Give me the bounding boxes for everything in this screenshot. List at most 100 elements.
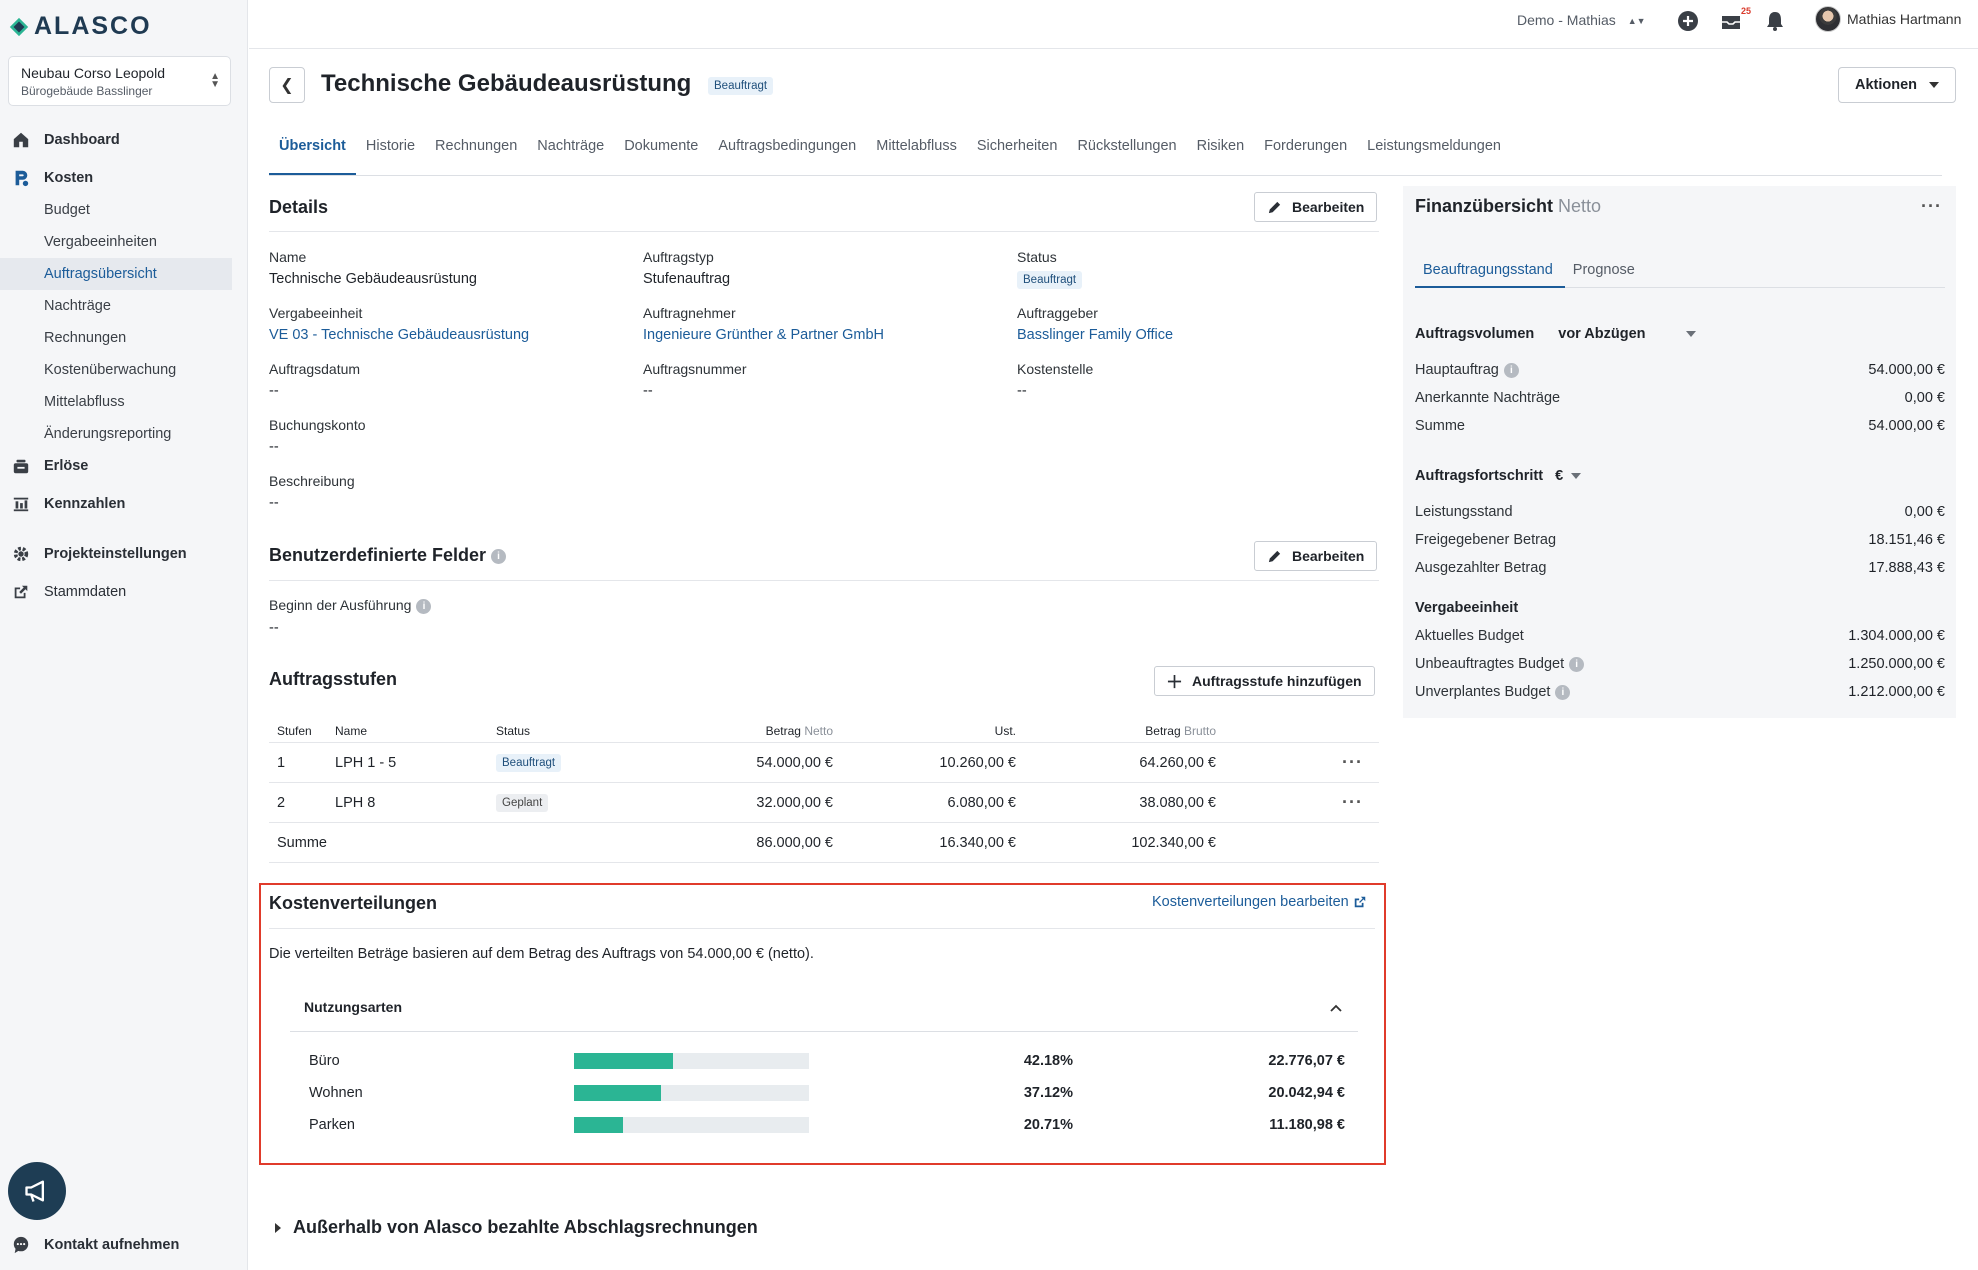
workspace-selector[interactable]: Demo - Mathias ▲▼ — [1517, 12, 1646, 28]
tab-historie[interactable]: Historie — [356, 128, 425, 175]
sidebar-item-mittelabfluss[interactable]: Mittelabfluss — [0, 386, 232, 418]
cell-ust: 10.260,00 € — [841, 742, 1024, 783]
vergabeeinheit-link[interactable]: VE 03 - Technische Gebäudeausrüstung — [269, 327, 529, 343]
project-name: Neubau Corso Leopold — [21, 65, 165, 81]
cell-stufe: 1 — [269, 742, 327, 783]
sidebar-nav: Dashboard Kosten Budget Vergabeeinheiten… — [0, 124, 232, 608]
ve-heading: Vergabeeinheit — [1415, 600, 1945, 616]
tab-uebersicht[interactable]: Übersicht — [269, 128, 356, 175]
sidebar-item-rechnungen[interactable]: Rechnungen — [0, 322, 232, 354]
tab-leistungsmeldungen[interactable]: Leistungsmeldungen — [1357, 128, 1511, 175]
field-number: Auftragsnummer -- — [643, 361, 746, 399]
tab-rechnungen[interactable]: Rechnungen — [425, 128, 527, 175]
contact-button[interactable]: Kontakt aufnehmen — [12, 1236, 179, 1254]
tab-auftragsbedingungen[interactable]: Auftragsbedingungen — [708, 128, 866, 175]
field-date: Auftragsdatum -- — [269, 361, 360, 399]
field-value: -- — [269, 495, 279, 511]
inbox-icon[interactable] — [1720, 10, 1742, 32]
sidebar-item-kosten[interactable]: Kosten — [0, 162, 232, 194]
stufen-table: Stufen Name Status Betrag Netto Ust. Bet… — [269, 720, 1379, 863]
sidebar-item-stammdaten[interactable]: Stammdaten — [0, 576, 232, 608]
info-icon[interactable]: i — [491, 548, 507, 564]
cell-status: Geplant — [488, 782, 663, 823]
finance-row: Unverplantes Budget i 1.212.000,00 € — [1415, 684, 1945, 700]
sidebar-item-vergabeeinheiten[interactable]: Vergabeeinheiten — [0, 226, 232, 258]
more-options-icon[interactable]: ··· — [1921, 196, 1942, 217]
back-button[interactable]: ❮ — [269, 67, 305, 103]
progress-select-value: € — [1555, 468, 1564, 484]
finance-row: Summe 54.000,00 € — [1415, 418, 1945, 434]
col-brutto: Betrag Brutto — [1024, 720, 1224, 743]
sidebar-item-label: Kostenüberwachung — [44, 362, 177, 378]
progress-row: Auftragsfortschritt € — [1415, 468, 1945, 484]
sidebar-item-auftragsuebersicht[interactable]: Auftragsübersicht — [0, 258, 232, 290]
volume-row: Auftragsvolumen vor Abzügen — [1415, 326, 1945, 342]
avatar — [1815, 6, 1841, 32]
progress-select[interactable]: € — [1555, 468, 1582, 484]
sidebar-item-label: Erlöse — [44, 458, 89, 474]
finance-panel: Finanzübersicht Netto ··· Beauftragungss… — [1403, 186, 1956, 718]
more-options-icon[interactable]: ··· — [1342, 792, 1363, 812]
more-options-icon[interactable]: ··· — [1342, 752, 1363, 772]
updown-chevron-icon: ▲▼ — [210, 71, 220, 90]
tab-risiken[interactable]: Risiken — [1187, 128, 1255, 175]
client-link[interactable]: Basslinger Family Office — [1017, 327, 1173, 343]
external-payments-toggle[interactable]: Außerhalb von Alasco bezahlte Abschlagsr… — [273, 1217, 758, 1238]
sidebar-item-projekteinstellungen[interactable]: Projekteinstellungen — [0, 538, 232, 570]
sidebar-item-aenderungsreporting[interactable]: Änderungsreporting — [0, 418, 232, 450]
tab-nachtraege[interactable]: Nachträge — [527, 128, 614, 175]
sidebar-item-budget[interactable]: Budget — [0, 194, 232, 226]
actions-label: Aktionen — [1854, 77, 1918, 93]
table-sum-row: Summe 86.000,00 € 16.340,00 € 102.340,00… — [269, 822, 1379, 863]
caret-right-icon — [275, 1222, 281, 1233]
tab-rueckstellungen[interactable]: Rückstellungen — [1067, 128, 1186, 175]
announcements-button[interactable] — [8, 1162, 66, 1220]
tab-sicherheiten[interactable]: Sicherheiten — [967, 128, 1068, 175]
edit-label: Bearbeiten — [1292, 548, 1365, 564]
table-row: 1 LPH 1 - 5 Beauftragt 54.000,00 € 10.26… — [269, 742, 1379, 783]
external-link-icon — [1354, 896, 1365, 908]
contact-label: Kontakt aufnehmen — [44, 1237, 180, 1253]
nutzungsarten-accordion-header[interactable]: Nutzungsarten — [290, 986, 1358, 1032]
distribution-label: Büro — [309, 1053, 340, 1069]
info-icon[interactable]: i — [1555, 684, 1571, 700]
info-icon[interactable]: i — [1569, 656, 1585, 672]
details-edit-button[interactable]: Bearbeiten — [1254, 192, 1378, 222]
user-name: Mathias Hartmann — [1847, 11, 1962, 27]
project-selector[interactable]: Neubau Corso Leopold Bürogebäude Basslin… — [8, 56, 231, 106]
add-stufe-button[interactable]: Auftragsstufe hinzufügen — [1154, 666, 1375, 696]
add-circle-icon[interactable] — [1677, 10, 1699, 32]
volume-select[interactable]: vor Abzügen — [1558, 326, 1696, 342]
chevron-up-icon — [1330, 1004, 1342, 1012]
stufen-title: Auftragsstufen — [269, 669, 398, 689]
finance-row: Ausgezahlter Betrag 17.888,43 € — [1415, 560, 1945, 576]
sidebar-item-kostenueberwachung[interactable]: Kostenüberwachung — [0, 354, 232, 386]
row-value: 54.000,00 € — [1868, 418, 1945, 434]
contractor-link[interactable]: Ingenieure Grünther & Partner GmbH — [643, 327, 884, 343]
tab-prognose[interactable]: Prognose — [1565, 262, 1647, 288]
bell-icon[interactable] — [1764, 10, 1786, 32]
kostenverteilungen-edit-link[interactable]: Kostenverteilungen bearbeiten — [1152, 894, 1367, 910]
sidebar-item-erloese[interactable]: Erlöse — [0, 450, 232, 482]
user-menu[interactable]: Mathias Hartmann — [1815, 6, 1961, 32]
kostenverteilungen-title: Kostenverteilungen — [269, 893, 438, 913]
alasco-logo[interactable]: ALASCO — [8, 12, 152, 41]
sidebar-item-nachtraege[interactable]: Nachträge — [0, 290, 232, 322]
sidebar: ALASCO Neubau Corso Leopold Bürogebäude … — [0, 0, 248, 1270]
cell-stufe: 2 — [269, 782, 327, 823]
tab-beauftragungsstand[interactable]: Beauftragungsstand — [1415, 262, 1565, 288]
actions-dropdown[interactable]: Aktionen — [1838, 67, 1956, 103]
distribution-label: Wohnen — [309, 1085, 363, 1101]
cell-brutto: 64.260,00 € — [1024, 742, 1224, 783]
sidebar-item-dashboard[interactable]: Dashboard — [0, 124, 232, 156]
distribution-bar-track — [574, 1085, 809, 1101]
tab-mittelabfluss[interactable]: Mittelabfluss — [866, 128, 967, 175]
sidebar-item-kennzahlen[interactable]: Kennzahlen — [0, 488, 232, 520]
row-value: 54.000,00 € — [1868, 362, 1945, 378]
tab-dokumente[interactable]: Dokumente — [614, 128, 708, 175]
custom-fields-edit-button[interactable]: Bearbeiten — [1254, 541, 1378, 571]
tab-forderungen[interactable]: Forderungen — [1254, 128, 1357, 175]
info-icon[interactable]: i — [416, 598, 432, 614]
kostenverteilungen-info: Die verteilten Beträge basieren auf dem … — [269, 946, 814, 962]
info-icon[interactable]: i — [1503, 362, 1519, 378]
